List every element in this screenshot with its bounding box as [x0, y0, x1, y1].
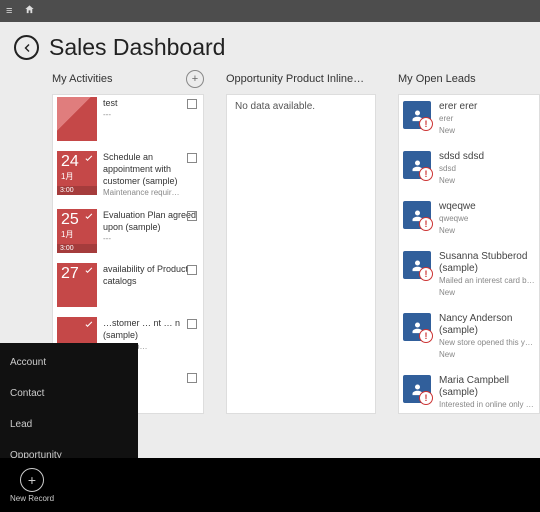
- activity-item[interactable]: 27availability of Product catalogs: [53, 261, 203, 315]
- lead-item[interactable]: Maria Campbell (sample)Interested in onl…: [399, 371, 539, 414]
- activity-checkbox[interactable]: [187, 265, 197, 275]
- lead-text: Susanna Stubberod (sample)Mailed an inte…: [431, 251, 535, 299]
- activity-checkbox[interactable]: [187, 153, 197, 163]
- plus-icon: +: [20, 468, 44, 492]
- activity-checkbox[interactable]: [187, 319, 197, 329]
- page-header: Sales Dashboard: [0, 22, 540, 67]
- activity-checkbox[interactable]: [187, 373, 197, 383]
- lead-text: wqeqweqweqweNew: [431, 201, 535, 237]
- lead-icon: [403, 251, 431, 279]
- system-top-bar: ≡: [0, 0, 540, 22]
- menu-item-contact[interactable]: Contact: [0, 378, 138, 409]
- new-record-button[interactable]: + New Record: [10, 468, 54, 503]
- new-record-label: New Record: [10, 494, 54, 503]
- lead-text: Maria Campbell (sample)Interested in onl…: [431, 375, 535, 411]
- activity-date-tile: 251月3:00: [57, 209, 97, 253]
- activity-date-tile: 241月3:00: [57, 151, 97, 195]
- activity-checkbox[interactable]: [187, 99, 197, 109]
- activity-checkbox[interactable]: [187, 211, 197, 221]
- menu-item-account[interactable]: Account: [0, 347, 138, 378]
- lead-icon: [403, 151, 431, 179]
- activity-text: Evaluation Plan agreed upon (sample)---: [97, 209, 199, 253]
- lead-icon: [403, 313, 431, 341]
- activity-date-tile: 27: [57, 263, 97, 307]
- activity-text: availability of Product catalogs: [97, 263, 199, 307]
- lead-item[interactable]: Susanna Stubberod (sample)Mailed an inte…: [399, 247, 539, 309]
- activity-text: test---: [97, 97, 199, 141]
- lead-item[interactable]: sdsd sdsdsdsdNew: [399, 147, 539, 197]
- opportunity-panel: No data available.: [226, 94, 376, 414]
- opportunity-empty-text: No data available.: [235, 101, 315, 112]
- opportunity-heading: Opportunity Product Inline…: [226, 70, 376, 88]
- lead-text: sdsd sdsdsdsdNew: [431, 151, 535, 187]
- page-title: Sales Dashboard: [49, 34, 225, 61]
- list-icon[interactable]: ≡: [6, 5, 12, 17]
- activities-heading-label: My Activities: [52, 73, 113, 85]
- activity-text: Schedule an appointment with customer (s…: [97, 151, 199, 199]
- lead-text: Nancy Anderson (sample)New store opened …: [431, 313, 535, 361]
- activity-item[interactable]: test---: [53, 95, 203, 149]
- overlay-wrap: AccountContactLeadOpportunityCompetitor …: [0, 458, 540, 512]
- lead-item[interactable]: erer ererererNew: [399, 97, 539, 147]
- lead-item[interactable]: Nancy Anderson (sample)New store opened …: [399, 309, 539, 371]
- leads-panel: erer ererererNew sdsd sdsdsdsdNew wqeqweqw…: [398, 94, 540, 414]
- back-button[interactable]: [14, 35, 39, 60]
- leads-heading-label: My Open Leads: [398, 73, 476, 85]
- activity-item[interactable]: 241月3:00Schedule an appointment with cus…: [53, 149, 203, 207]
- lead-icon: [403, 375, 431, 403]
- lead-item[interactable]: wqeqweqweqweNew: [399, 197, 539, 247]
- activity-item[interactable]: 251月3:00Evaluation Plan agreed upon (sam…: [53, 207, 203, 261]
- add-activity-button[interactable]: +: [186, 70, 204, 88]
- activity-date-tile: [57, 97, 97, 141]
- app-bar: + New Record: [0, 458, 540, 512]
- activities-heading: My Activities +: [52, 70, 204, 88]
- lead-text: erer ererererNew: [431, 101, 535, 137]
- lead-icon: [403, 201, 431, 229]
- lead-icon: [403, 101, 431, 129]
- leads-heading: My Open Leads: [398, 70, 540, 88]
- menu-item-lead[interactable]: Lead: [0, 409, 138, 440]
- opportunity-heading-label: Opportunity Product Inline…: [226, 73, 364, 85]
- home-icon[interactable]: [24, 4, 35, 18]
